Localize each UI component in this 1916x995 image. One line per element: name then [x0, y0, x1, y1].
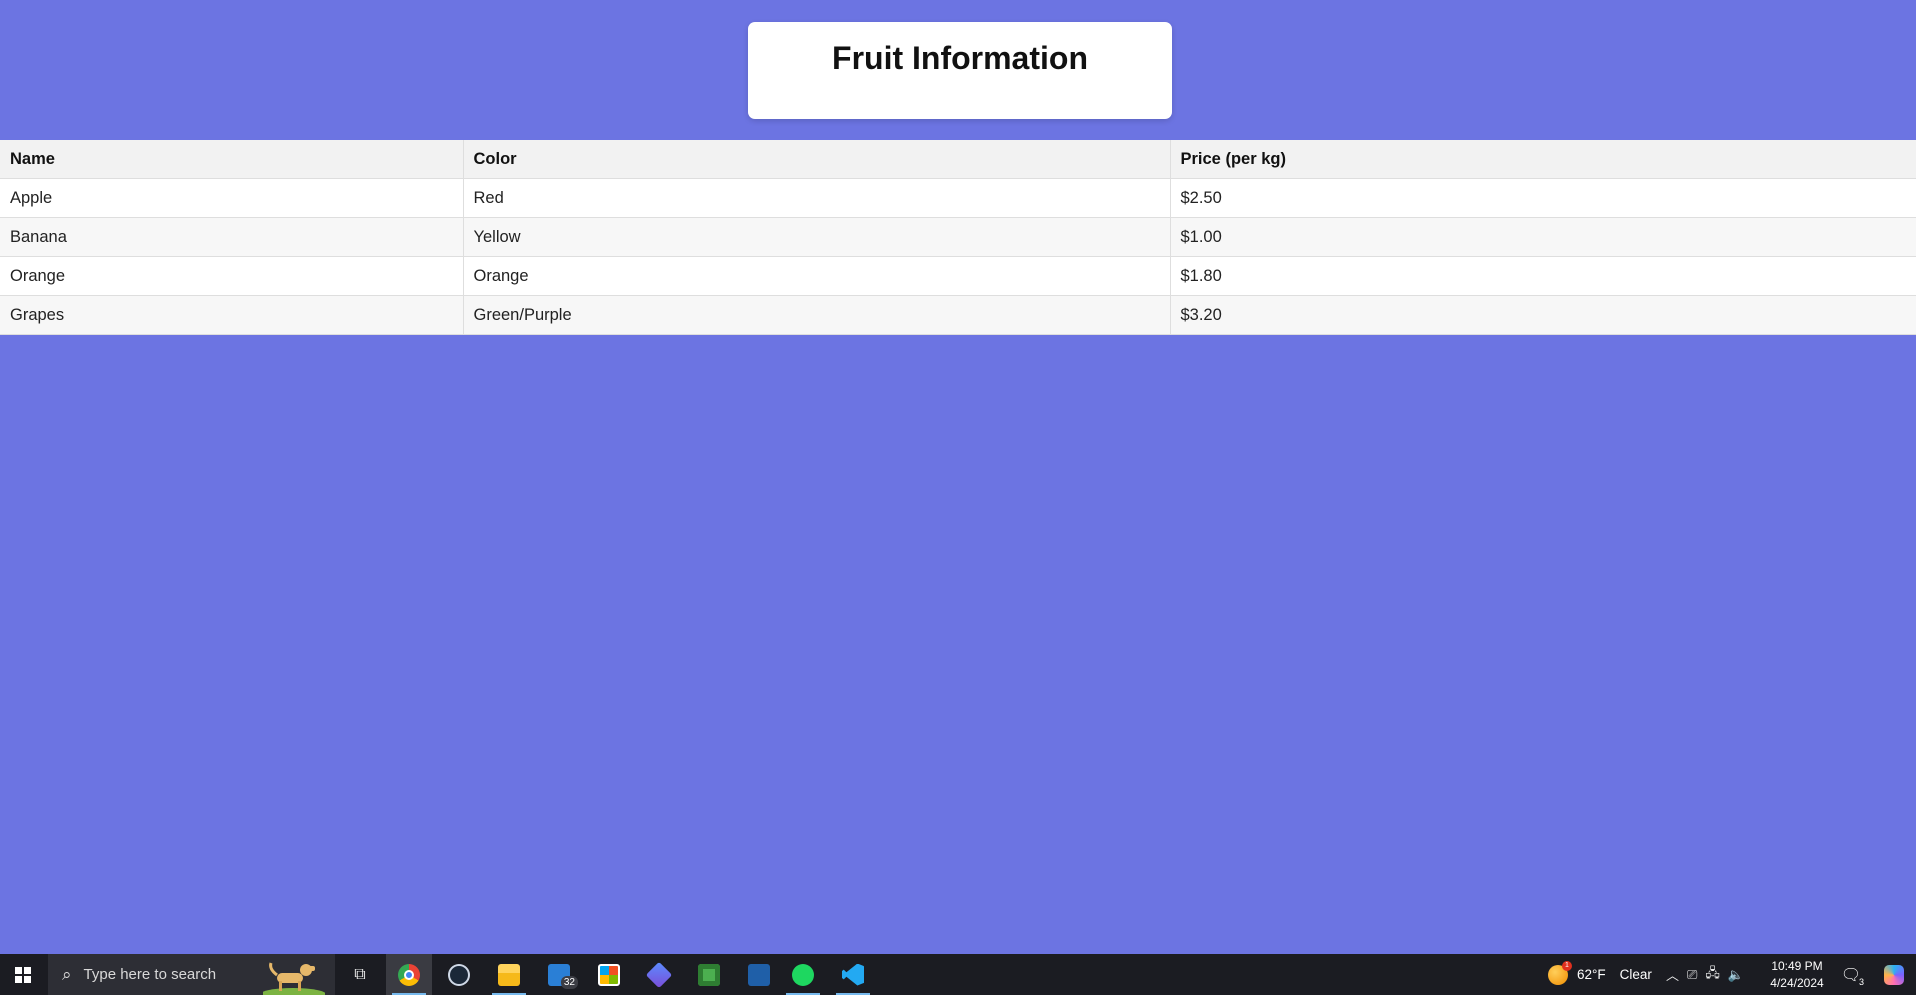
taskbar-vscode[interactable]	[830, 954, 876, 995]
taskbar-microsoft-store[interactable]	[586, 954, 632, 995]
chrome-icon	[398, 963, 420, 986]
cell-color: Yellow	[463, 217, 1171, 257]
volume-icon[interactable]: 🔈	[1728, 967, 1744, 983]
clock-time: 10:49 PM	[1771, 958, 1823, 973]
copilot-app-icon	[645, 961, 673, 988]
search-highlight-dog-icon	[263, 962, 325, 995]
windows-icon	[15, 966, 31, 983]
table-row: Apple Red $2.50	[0, 178, 1916, 218]
file-explorer-icon	[498, 963, 520, 986]
taskbar-steam[interactable]	[436, 954, 482, 995]
cell-price: $1.00	[1170, 217, 1916, 257]
table-row: Banana Yellow $1.00	[0, 217, 1916, 257]
header-card: Fruit Information	[748, 22, 1172, 119]
table-header-row: Name Color Price (per kg)	[0, 140, 1916, 179]
cell-price: $2.50	[1170, 178, 1916, 218]
weather-alert-badge: 1	[1562, 960, 1572, 971]
cell-name: Banana	[0, 217, 464, 257]
cell-color: Red	[463, 178, 1171, 218]
copilot-button[interactable]	[1876, 954, 1912, 995]
weather-condition: Clear	[1619, 967, 1652, 982]
network-icon[interactable]: 🖧	[1705, 964, 1720, 986]
column-header-price: Price (per kg)	[1170, 140, 1916, 179]
weather-icon: 1	[1548, 960, 1572, 985]
spotify-icon	[792, 963, 814, 986]
taskbar-spotify[interactable]	[780, 954, 826, 995]
copilot-icon	[1884, 964, 1904, 985]
cell-name: Apple	[0, 178, 464, 218]
minecraft-icon	[698, 963, 720, 986]
cell-color: Orange	[463, 256, 1171, 296]
table-row: Grapes Green/Purple $3.20	[0, 295, 1916, 335]
page-title: Fruit Information	[832, 40, 1088, 76]
taskbar-search-box[interactable]: ⌕ Type here to search	[48, 954, 335, 995]
cell-name: Grapes	[0, 295, 464, 335]
clock[interactable]: 10:49 PM 4/24/2024	[1762, 954, 1832, 995]
weather-widget[interactable]: 1 62°F Clear	[1548, 954, 1652, 995]
page-content: Fruit Information Name Color Price (per …	[0, 0, 1916, 954]
taskbar-app-2[interactable]	[736, 954, 782, 995]
steam-icon	[448, 963, 470, 986]
taskbar-minecraft[interactable]	[686, 954, 732, 995]
app-icon	[748, 963, 770, 986]
taskbar-mail[interactable]: 32	[536, 954, 582, 995]
column-header-name: Name	[0, 140, 464, 179]
start-button[interactable]	[0, 954, 46, 995]
vscode-icon	[842, 963, 864, 986]
clock-date: 4/24/2024	[1770, 975, 1824, 990]
search-placeholder: Type here to search	[83, 966, 217, 983]
taskbar: ⌕ Type here to search ⧉ 32 1 62°F Clear …	[0, 954, 1916, 995]
meet-now-icon[interactable]: ⎚	[1687, 967, 1697, 983]
task-view-icon: ⧉	[354, 965, 366, 983]
column-header-color: Color	[463, 140, 1171, 179]
cell-name: Orange	[0, 256, 464, 296]
cell-price: $1.80	[1170, 256, 1916, 296]
microsoft-store-icon	[598, 963, 620, 986]
taskbar-chrome[interactable]	[386, 954, 432, 995]
show-hidden-icons-button[interactable]: ︿	[1666, 965, 1679, 984]
search-icon: ⌕	[62, 964, 72, 984]
system-tray: ︿ ⎚ 🖧 🔈	[1666, 954, 1744, 995]
notification-center-button[interactable]: 🗨 3	[1836, 954, 1866, 995]
table-row: Orange Orange $1.80	[0, 256, 1916, 296]
notification-count: 3	[1858, 977, 1864, 987]
task-view-button[interactable]: ⧉	[342, 954, 378, 995]
weather-temperature: 62°F	[1577, 967, 1606, 982]
mail-badge: 32	[560, 976, 578, 989]
taskbar-file-explorer[interactable]	[486, 954, 532, 995]
cell-price: $3.20	[1170, 295, 1916, 335]
cell-color: Green/Purple	[463, 295, 1171, 335]
fruit-table: Name Color Price (per kg) Apple Red $2.5…	[0, 140, 1916, 335]
taskbar-app[interactable]	[636, 954, 682, 995]
